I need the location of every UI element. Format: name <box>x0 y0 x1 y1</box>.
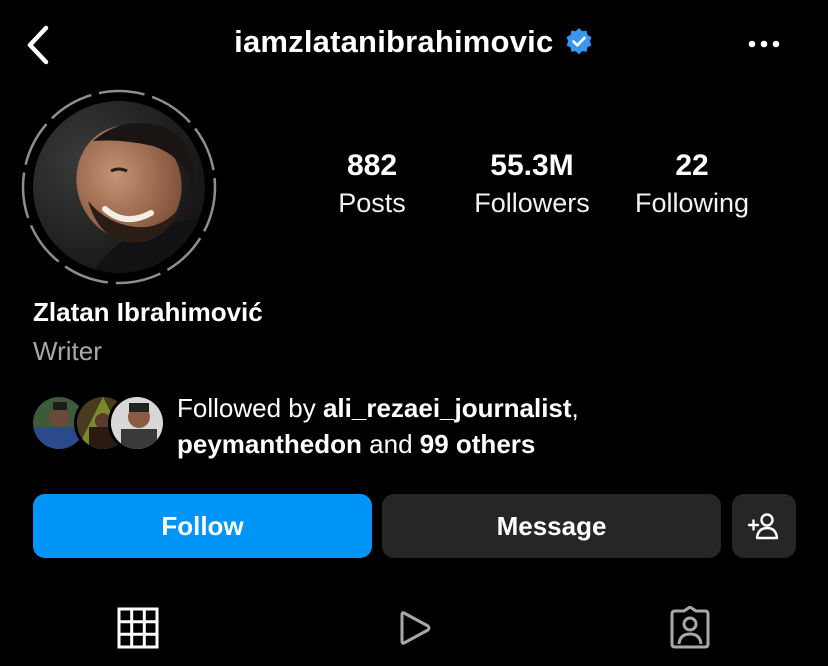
mutual-follower-avatar[interactable] <box>108 394 166 452</box>
message-button[interactable]: Message <box>382 494 721 558</box>
stat-posts-label: Posts <box>338 188 406 218</box>
profile-username: iamzlatanibrahimovic <box>234 24 554 59</box>
followed-by-prefix: Followed by <box>177 393 323 423</box>
stat-following-value: 22 <box>675 149 709 182</box>
profile-name: Zlatan Ibrahimović <box>33 297 263 327</box>
followed-by-text[interactable]: Followed by ali_rezaei_journalist, peyma… <box>177 390 797 462</box>
tab-reels[interactable] <box>384 600 444 656</box>
profile-category: Writer <box>33 336 102 366</box>
stat-followers[interactable]: 55.3M Followers <box>447 148 617 222</box>
followed-by-separator: , <box>571 393 579 423</box>
profile-avatar[interactable] <box>33 101 205 273</box>
follow-button[interactable]: Follow <box>33 494 372 558</box>
header-title: iamzlatanibrahimovic <box>0 24 828 68</box>
message-button-label: Message <box>496 510 607 541</box>
mutual-others[interactable]: 99 others <box>420 429 536 459</box>
add-person-icon <box>747 513 779 540</box>
mutual-user-2[interactable]: peymanthedon <box>177 429 362 459</box>
more-icon <box>748 40 780 48</box>
tagged-icon <box>670 606 710 649</box>
stat-posts-value: 882 <box>346 149 398 182</box>
mutual-avatar-photo <box>111 397 163 449</box>
more-options-button[interactable] <box>744 32 784 56</box>
suggested-users-button[interactable] <box>732 494 796 558</box>
mutual-user-1[interactable]: ali_rezaei_journalist <box>323 393 572 423</box>
tab-posts-grid[interactable] <box>108 600 168 656</box>
verified-badge-icon <box>564 27 594 57</box>
stat-posts[interactable]: 882 Posts <box>287 148 457 222</box>
tab-tagged[interactable] <box>660 600 720 656</box>
stat-followers-label: Followers <box>474 188 590 218</box>
reels-play-icon <box>400 611 431 645</box>
follow-button-label: Follow <box>161 510 244 541</box>
avatar-photo <box>33 101 205 273</box>
stat-followers-value: 55.3M <box>490 149 574 182</box>
grid-icon <box>117 607 159 649</box>
followed-by-conj: and <box>361 429 420 459</box>
stat-following[interactable]: 22 Following <box>607 148 777 222</box>
stat-following-label: Following <box>634 188 750 218</box>
